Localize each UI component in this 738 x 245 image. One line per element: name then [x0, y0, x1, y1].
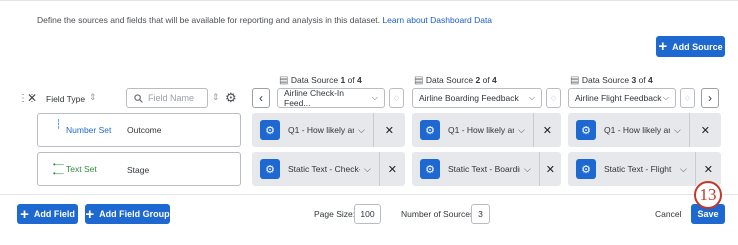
description-text: Define the sources and fields that will …: [37, 15, 381, 25]
text-set-icon: •— •—: [53, 160, 64, 178]
cancel-button[interactable]: Cancel: [655, 209, 681, 219]
source-1-toggle[interactable]: ◇: [389, 88, 404, 108]
data-source-3-title: ▤ Data Source 3 of 4: [570, 75, 653, 86]
page-size-input[interactable]: 100: [354, 204, 381, 224]
page-size-label: Page Size:: [314, 209, 356, 219]
calendar-icon: ▤: [570, 75, 580, 86]
data-source-1-title: ▤ Data Source 1 of 4: [279, 75, 362, 86]
sort-icon[interactable]: ⇕: [212, 92, 220, 103]
mapping-cell[interactable]: ⚙ Q1 - How likely are... ⌵ ✕: [412, 113, 561, 147]
remove-mapping-icon[interactable]: ✕: [696, 163, 721, 176]
chevron-down-icon[interactable]: ⌵: [680, 164, 687, 175]
add-source-button[interactable]: + Add Source: [656, 36, 725, 57]
learn-more-link[interactable]: Learn about Dashboard Data: [382, 15, 492, 25]
gear-icon[interactable]: ⚙: [420, 159, 440, 179]
remove-mapping-icon[interactable]: ✕: [690, 124, 721, 137]
prev-source-button[interactable]: ‹: [252, 88, 270, 108]
field-name-search[interactable]: Field Name: [126, 88, 208, 108]
remove-mapping-icon[interactable]: ✕: [380, 163, 405, 176]
search-icon: [134, 93, 143, 103]
sort-icon[interactable]: ⇕: [89, 92, 97, 103]
remove-mapping-icon[interactable]: ✕: [534, 124, 561, 137]
add-field-button[interactable]: + Add Field: [17, 204, 78, 224]
settings-gear-icon[interactable]: ⚙: [225, 90, 237, 106]
add-field-label: Add Field: [33, 209, 75, 219]
data-source-3-select[interactable]: Airline Flight Feedback ⌵: [568, 88, 676, 108]
num-sources-input[interactable]: 3: [471, 204, 490, 224]
field-name-label: Stage: [127, 165, 150, 175]
mapping-cell[interactable]: ⚙ Q1 - How likely are... ⌵ ✕: [252, 113, 405, 147]
plus-icon: +: [658, 38, 668, 55]
chevron-down-icon[interactable]: ⌵: [358, 125, 365, 136]
data-source-2-title: ▤ Data Source 2 of 4: [414, 75, 497, 86]
next-source-button[interactable]: ›: [701, 88, 719, 108]
field-row-outcome[interactable]: ┆ Number Set Outcome: [37, 113, 241, 147]
remove-mapping-icon[interactable]: ✕: [540, 163, 561, 176]
gear-icon[interactable]: ⚙: [576, 120, 596, 140]
field-name-placeholder: Field Name: [148, 93, 195, 103]
mapping-cell[interactable]: ⚙ Static Text - Boarding ⌵ ✕: [412, 152, 561, 186]
add-source-label: Add Source: [672, 41, 723, 52]
data-source-2-select[interactable]: Airline Boarding Feedback ⌵: [412, 88, 542, 108]
chevron-down-icon[interactable]: ⌵: [364, 164, 371, 175]
dataset-description: Define the sources and fields that will …: [37, 15, 492, 25]
plus-icon: +: [20, 205, 29, 223]
close-icon[interactable]: ✕: [27, 91, 37, 105]
gear-icon[interactable]: ⚙: [576, 159, 596, 179]
mapping-cell[interactable]: ⚙ Q1 - How likely are... ⌵ ✕: [568, 113, 721, 147]
num-sources-label: Number of Sources:: [401, 209, 477, 219]
field-type-label: Number Set: [66, 125, 112, 135]
source-3-toggle[interactable]: ◇: [680, 88, 695, 108]
chevron-down-icon: ⌵: [371, 93, 378, 102]
gear-icon[interactable]: ⚙: [260, 120, 280, 140]
plus-icon: +: [85, 205, 95, 223]
chevron-down-icon[interactable]: ⌵: [674, 125, 681, 136]
remove-mapping-icon[interactable]: ✕: [374, 124, 405, 137]
mapping-cell[interactable]: ⚙ Static Text - Flight ⌵ ✕: [568, 152, 721, 186]
source-2-toggle[interactable]: ◇: [546, 88, 561, 108]
step-badge: 13: [694, 181, 722, 209]
gear-icon[interactable]: ⚙: [260, 159, 280, 179]
calendar-icon: ▤: [414, 75, 424, 86]
field-type-header: Field Type: [46, 94, 86, 104]
mapping-cell[interactable]: ⚙ Static Text - Check-In ⌵ ✕: [252, 152, 405, 186]
add-field-group-label: Add Field Group: [99, 209, 170, 219]
chevron-down-icon[interactable]: ⌵: [518, 125, 525, 136]
chevron-down-icon: ⌵: [662, 93, 669, 102]
number-set-icon: ┆: [56, 119, 62, 129]
gear-icon[interactable]: ⚙: [420, 120, 440, 140]
footer-divider: [0, 194, 738, 195]
data-source-1-select[interactable]: Airline Check-In Feed... ⌵: [277, 88, 385, 108]
field-name-label: Outcome: [127, 125, 162, 135]
field-row-stage[interactable]: •— •— Text Set Stage: [37, 152, 241, 186]
top-divider: [0, 0, 738, 1]
field-type-label: Text Set: [66, 164, 97, 174]
chevron-down-icon[interactable]: ⌵: [524, 164, 531, 175]
calendar-icon: ▤: [279, 75, 289, 86]
chevron-down-icon: ⌵: [528, 93, 535, 102]
add-field-group-button[interactable]: + Add Field Group: [85, 204, 170, 224]
